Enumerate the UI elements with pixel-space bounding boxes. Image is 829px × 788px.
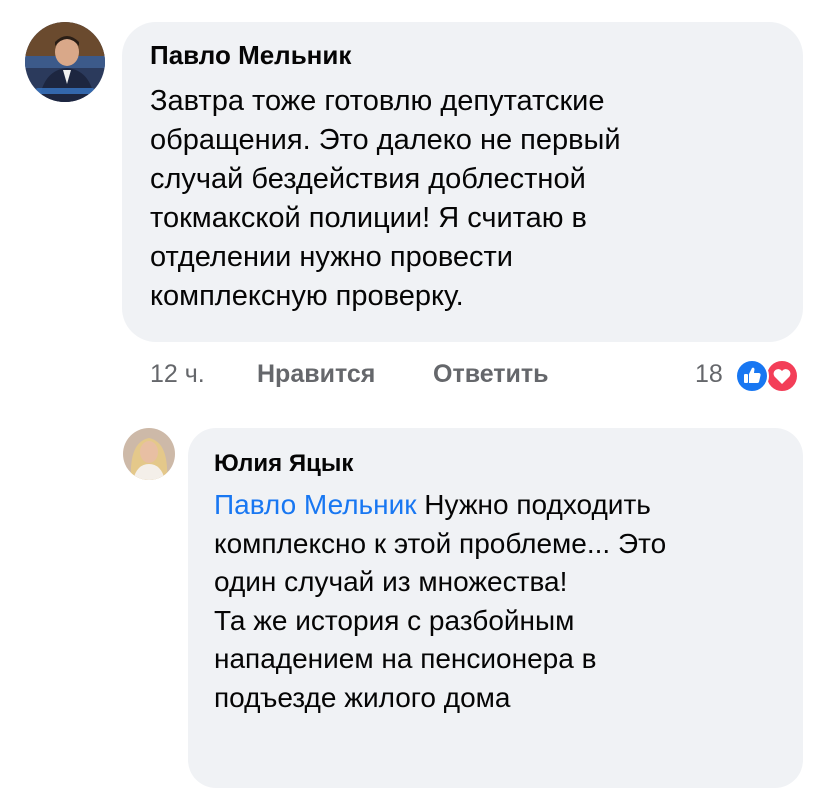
mention-link[interactable]: Павло Мельник (214, 489, 417, 520)
reply-message: Нужно подходить комплексно к этой пробле… (214, 489, 667, 713)
reactions-summary[interactable] (733, 357, 807, 395)
reply-text: Павло Мельник Нужно подходить комплексно… (214, 486, 666, 717)
reply-button-label: Ответить (433, 360, 549, 388)
comment-text: Завтра тоже готовлю депутатские обращени… (150, 85, 621, 312)
comment-bubble: Павло Мельник Завтра тоже готовлю депута… (122, 22, 803, 342)
like-button[interactable]: Нравится (257, 360, 375, 389)
reply-button[interactable]: Ответить (433, 360, 549, 389)
comment-timestamp[interactable]: 12 ч. (150, 360, 205, 389)
reply-avatar[interactable] (123, 428, 175, 480)
avatar[interactable] (25, 22, 105, 102)
comment-author[interactable]: Павло Мельник (150, 40, 351, 71)
reply-bubble: Юлия Яцык Павло Мельник Нужно подходить … (188, 428, 803, 788)
reaction-count[interactable]: 18 (695, 360, 723, 389)
like-icon (735, 359, 769, 393)
love-icon (765, 359, 799, 393)
reply-author[interactable]: Юлия Яцык (214, 450, 353, 478)
like-button-label: Нравится (257, 360, 376, 388)
